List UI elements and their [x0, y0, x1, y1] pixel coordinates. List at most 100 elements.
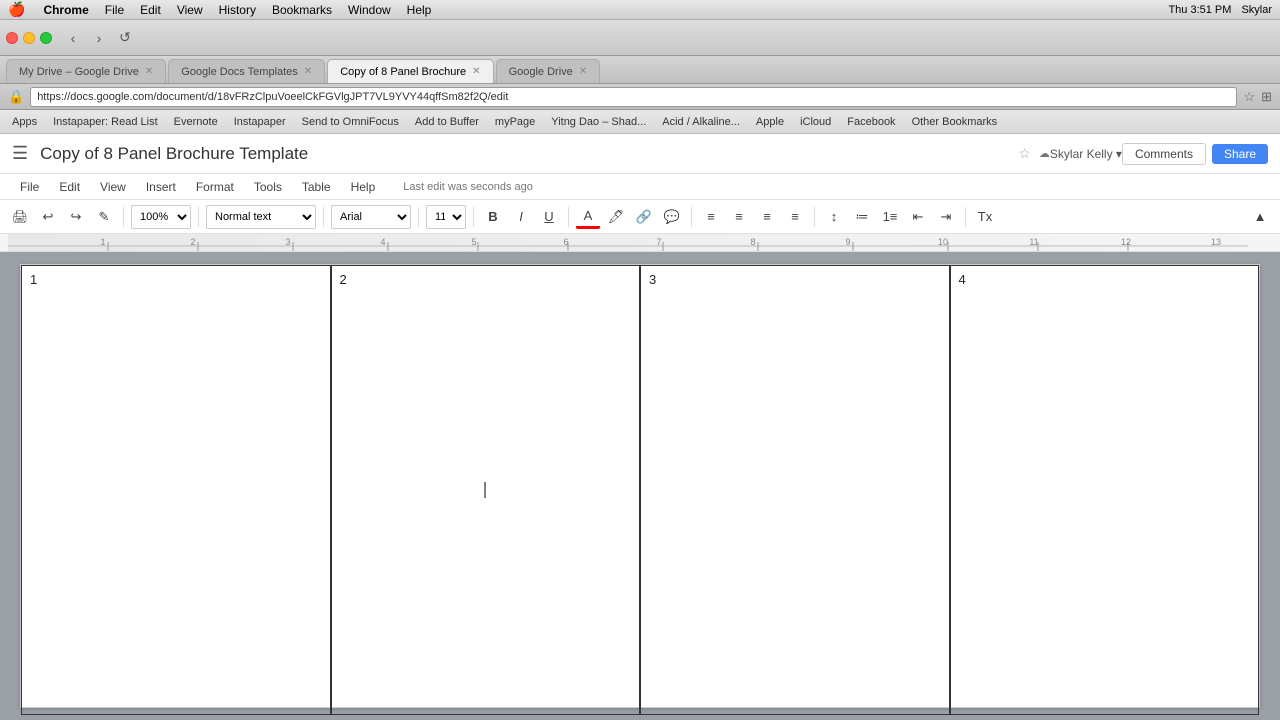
- font-size-select[interactable]: 11 12 14: [426, 205, 466, 229]
- mac-menu-view[interactable]: View: [177, 3, 203, 17]
- close-tab-drive[interactable]: ✕: [579, 66, 587, 77]
- bookmark-mypage[interactable]: myPage: [489, 116, 541, 128]
- bookmark-apps[interactable]: Apps: [6, 116, 43, 128]
- align-left-button[interactable]: ≡: [699, 205, 723, 229]
- underline-button[interactable]: U: [537, 205, 561, 229]
- comments-button[interactable]: Comments: [1122, 143, 1206, 165]
- close-tab-brochure[interactable]: ✕: [472, 66, 480, 77]
- mac-menu-chrome[interactable]: Chrome: [43, 3, 88, 17]
- bullet-list-button[interactable]: ≔: [850, 205, 874, 229]
- bookmark-omnifocus[interactable]: Send to OmniFocus: [296, 116, 405, 128]
- bookmark-facebook[interactable]: Facebook: [841, 116, 901, 128]
- collapse-toolbar-button[interactable]: ▲: [1248, 205, 1272, 229]
- format-paint-button[interactable]: ✎: [92, 205, 116, 229]
- bookmark-instapaper-read[interactable]: Instapaper: Read List: [47, 116, 164, 128]
- doc-cloud-icon: ☁: [1039, 147, 1050, 160]
- minimize-window-button[interactable]: [23, 32, 35, 44]
- doc-title[interactable]: Copy of 8 Panel Brochure Template: [40, 144, 1010, 164]
- indent-increase-button[interactable]: ⇥: [934, 205, 958, 229]
- line-spacing-button[interactable]: ↕: [822, 205, 846, 229]
- svg-text:13: 13: [1211, 237, 1221, 247]
- mac-menu-history[interactable]: History: [219, 3, 256, 17]
- text-color-button[interactable]: A: [576, 205, 600, 229]
- cell-3-number: 3: [649, 272, 656, 287]
- undo-button[interactable]: ↩: [36, 205, 60, 229]
- doc-cell-4[interactable]: 4: [950, 265, 1260, 715]
- bookmark-star-icon[interactable]: ☆: [1243, 89, 1255, 105]
- toolbar-separator-6: [568, 207, 569, 227]
- close-tab-templates[interactable]: ✕: [304, 66, 312, 77]
- doc-cell-1[interactable]: 1: [21, 265, 331, 715]
- toolbar-separator-9: [965, 207, 966, 227]
- doc-star-icon[interactable]: ☆: [1018, 145, 1031, 162]
- close-window-button[interactable]: [6, 32, 18, 44]
- redo-button[interactable]: ↪: [64, 205, 88, 229]
- bookmark-buffer[interactable]: Add to Buffer: [409, 116, 485, 128]
- menu-help[interactable]: Help: [343, 178, 384, 196]
- mac-menubar: 🍎 Chrome File Edit View History Bookmark…: [0, 0, 1280, 20]
- bookmark-yitng[interactable]: Yitng Dao – Shad...: [545, 116, 652, 128]
- hamburger-menu-icon[interactable]: ☰: [12, 143, 28, 164]
- bookmark-apple[interactable]: Apple: [750, 116, 790, 128]
- maximize-window-button[interactable]: [40, 32, 52, 44]
- tab-my-drive[interactable]: My Drive – Google Drive ✕: [6, 59, 166, 83]
- tab-brochure[interactable]: Copy of 8 Panel Brochure ✕: [327, 59, 493, 83]
- mac-time: Thu 3:51 PM: [1168, 4, 1231, 16]
- ruler-bar: 1 2 3 4 5 6 7 8 9 10 11 12 13: [8, 234, 1272, 251]
- svg-text:12: 12: [1121, 237, 1131, 247]
- apple-icon[interactable]: 🍎: [8, 1, 25, 18]
- align-right-button[interactable]: ≡: [755, 205, 779, 229]
- align-center-button[interactable]: ≡: [727, 205, 751, 229]
- numbered-list-button[interactable]: 1≡: [878, 205, 902, 229]
- share-button[interactable]: Share: [1212, 144, 1268, 164]
- cell-4-number: 4: [959, 272, 966, 287]
- menu-view[interactable]: View: [92, 178, 134, 196]
- text-style-select[interactable]: Normal text Heading 1 Heading 2: [206, 205, 316, 229]
- menu-table[interactable]: Table: [294, 178, 339, 196]
- bookmark-instapaper[interactable]: Instapaper: [228, 116, 292, 128]
- justify-button[interactable]: ≡: [783, 205, 807, 229]
- text-cursor: [485, 482, 486, 498]
- mac-menu-window[interactable]: Window: [348, 3, 391, 17]
- menu-format[interactable]: Format: [188, 178, 242, 196]
- doc-cell-3[interactable]: 3: [640, 265, 950, 715]
- menu-edit[interactable]: Edit: [51, 178, 88, 196]
- font-select[interactable]: Arial Times New Roman: [331, 205, 411, 229]
- bookmark-other[interactable]: Other Bookmarks: [906, 116, 1004, 128]
- zoom-select[interactable]: 100% 75% 125% 150%: [131, 205, 191, 229]
- svg-text:7: 7: [656, 237, 661, 247]
- docs-toolbar: 🖨 ↩ ↪ ✎ 100% 75% 125% 150% Normal text H…: [0, 200, 1280, 234]
- toolbar-separator-4: [418, 207, 419, 227]
- mac-menu-edit[interactable]: Edit: [140, 3, 161, 17]
- italic-button[interactable]: I: [509, 205, 533, 229]
- bookmark-icloud[interactable]: iCloud: [794, 116, 837, 128]
- forward-button[interactable]: ›: [88, 27, 110, 49]
- mac-menu-bookmarks[interactable]: Bookmarks: [272, 3, 332, 17]
- svg-text:3: 3: [285, 237, 290, 247]
- doc-cell-2[interactable]: 2: [331, 265, 641, 715]
- tab-google-drive[interactable]: Google Drive ✕: [496, 59, 601, 83]
- user-account[interactable]: Skylar Kelly ▾: [1050, 147, 1122, 161]
- svg-text:10: 10: [938, 237, 948, 247]
- print-button[interactable]: 🖨: [8, 205, 32, 229]
- mac-menu-file[interactable]: File: [105, 3, 124, 17]
- menu-insert[interactable]: Insert: [138, 178, 184, 196]
- bold-button[interactable]: B: [481, 205, 505, 229]
- back-button[interactable]: ‹: [62, 27, 84, 49]
- clear-formatting-button[interactable]: Tx: [973, 205, 997, 229]
- link-button[interactable]: 🔗: [632, 205, 656, 229]
- url-input[interactable]: [30, 87, 1237, 107]
- bookmark-evernote[interactable]: Evernote: [168, 116, 224, 128]
- indent-decrease-button[interactable]: ⇤: [906, 205, 930, 229]
- menu-file[interactable]: File: [12, 178, 47, 196]
- refresh-button[interactable]: ↺: [114, 27, 136, 49]
- highlight-button[interactable]: 🖊: [604, 205, 628, 229]
- document-table[interactable]: 1 2 3 4: [21, 265, 1259, 715]
- extensions-icon[interactable]: ⊞: [1261, 89, 1272, 105]
- menu-tools[interactable]: Tools: [246, 178, 290, 196]
- bookmark-acid[interactable]: Acid / Alkaline...: [656, 116, 746, 128]
- comment-button[interactable]: 💬: [660, 205, 684, 229]
- close-tab-my-drive[interactable]: ✕: [145, 66, 153, 77]
- tab-google-docs-templates[interactable]: Google Docs Templates ✕: [168, 59, 325, 83]
- mac-menu-help[interactable]: Help: [407, 3, 432, 17]
